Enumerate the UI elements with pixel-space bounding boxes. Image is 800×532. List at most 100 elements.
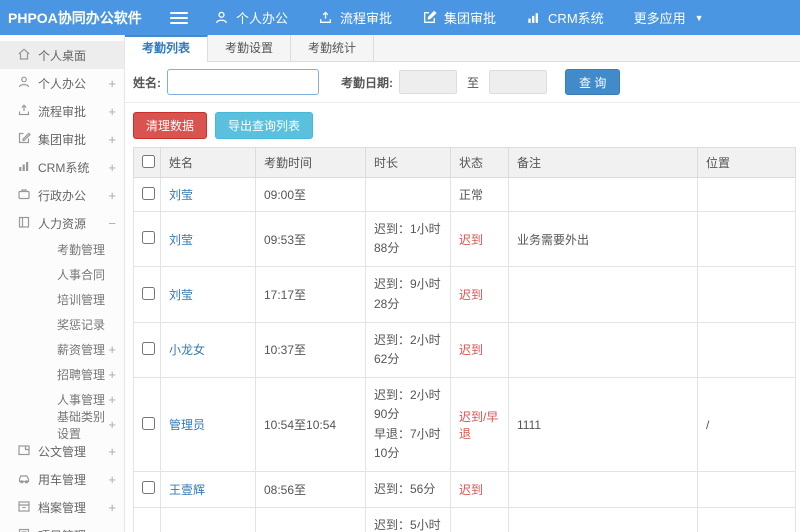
action-bar: 清理数据 导出查询列表 bbox=[125, 103, 800, 147]
table-row: 黄蓉 13:20至13:20 迟到：5小时33分 早退：4小时67分 迟到/早退… bbox=[133, 507, 796, 532]
name-input[interactable] bbox=[167, 69, 319, 95]
col-note: 备注 bbox=[508, 147, 698, 178]
sidebar-item-crm[interactable]: CRM系统 + bbox=[0, 153, 124, 181]
status-badge: 迟到/早退 bbox=[450, 377, 509, 472]
user-icon bbox=[17, 75, 38, 92]
col-duration: 时长 bbox=[365, 147, 451, 178]
chart-icon bbox=[17, 159, 38, 176]
search-button[interactable]: 查 询 bbox=[565, 69, 621, 95]
nav-group-approval[interactable]: 集团审批 bbox=[422, 8, 496, 27]
chart-icon bbox=[526, 10, 541, 25]
top-nav: 个人办公 流程审批 集团审批 CRM系统 更多应用 ▼ bbox=[214, 8, 704, 27]
caret-down-icon: ▼ bbox=[694, 12, 704, 23]
document-icon bbox=[17, 443, 38, 460]
status-badge: 迟到 bbox=[450, 210, 509, 268]
sidebar-item-admin-office[interactable]: 行政办公 + bbox=[0, 181, 124, 209]
sidebar-item-hr[interactable]: 人力资源 − bbox=[0, 209, 124, 237]
sidebar-item-vehicle-mgmt[interactable]: 用车管理 + bbox=[0, 465, 124, 493]
tab-strip: 考勤列表 考勤设置 考勤统计 bbox=[125, 35, 800, 62]
attendance-table: 姓名 考勤时间 时长 状态 备注 位置 刘莹 09:00至 正常 刘莹 09:5… bbox=[133, 147, 796, 532]
sidebar-subitem-salary-mgmt[interactable]: 薪资管理 + bbox=[0, 337, 124, 362]
to-separator: 至 bbox=[467, 75, 480, 90]
table-row: 刘莹 17:17至 迟到：9小时28分 迟到 bbox=[133, 266, 796, 323]
sidebar-item-group-approval[interactable]: 集团审批 + bbox=[0, 125, 124, 153]
table-row: 刘莹 09:53至 迟到：1小时88分 迟到 业务需要外出 bbox=[133, 210, 796, 268]
row-checkbox[interactable] bbox=[142, 481, 155, 495]
project-icon bbox=[17, 527, 38, 532]
workflow-icon bbox=[17, 103, 38, 120]
row-checkbox[interactable] bbox=[142, 416, 155, 430]
tab-attendance-settings[interactable]: 考勤设置 bbox=[208, 35, 292, 61]
filter-bar: 姓名: 考勤日期: 至 查 询 bbox=[125, 62, 800, 103]
row-checkbox[interactable] bbox=[142, 341, 155, 355]
sidebar-item-personal-desktop[interactable]: 个人桌面 bbox=[0, 41, 124, 69]
briefcase-icon bbox=[17, 187, 38, 204]
table-row: 管理员 10:54至10:54 迟到：2小时90分 早退：7小时10分 迟到/早… bbox=[133, 377, 796, 472]
date-label: 考勤日期: bbox=[341, 75, 393, 90]
col-location: 位置 bbox=[697, 147, 796, 178]
employee-name-link[interactable]: 小龙女 bbox=[169, 343, 205, 357]
sidebar-subitem-recruitment-mgmt[interactable]: 招聘管理 + bbox=[0, 362, 124, 387]
employee-name-link[interactable]: 管理员 bbox=[169, 418, 205, 432]
employee-name-link[interactable]: 刘莹 bbox=[169, 288, 193, 302]
table-header-row: 姓名 考勤时间 时长 状态 备注 位置 bbox=[133, 147, 796, 178]
table-row: 王壹辉 08:56至 迟到：56分 迟到 bbox=[133, 470, 796, 509]
status-badge: 正常 bbox=[450, 177, 509, 212]
sidebar-subitem-training-mgmt[interactable]: 培训管理 bbox=[0, 287, 124, 312]
tab-attendance-stats[interactable]: 考勤统计 bbox=[291, 35, 375, 61]
sidebar-subitem-base-category-settings[interactable]: 基础类别设置 + bbox=[0, 410, 124, 441]
sidebar-item-personal-office[interactable]: 个人办公 + bbox=[0, 69, 124, 97]
car-icon bbox=[17, 471, 38, 488]
nav-label: 更多应用 bbox=[633, 11, 686, 26]
nav-label: 个人办公 bbox=[236, 11, 289, 26]
row-checkbox[interactable] bbox=[142, 186, 155, 200]
sidebar-subitem-personnel-contract[interactable]: 人事合同 bbox=[0, 262, 124, 287]
date-from-input[interactable] bbox=[399, 70, 457, 94]
sidebar-item-workflow-approval[interactable]: 流程审批 + bbox=[0, 97, 124, 125]
employee-name-link[interactable]: 刘莹 bbox=[169, 233, 193, 247]
employee-name-link[interactable]: 刘莹 bbox=[169, 188, 193, 202]
sidebar: 个人桌面 个人办公 + 流程审批 + 集团审批 + CRM系统 + 行政办公 +… bbox=[0, 35, 125, 532]
status-badge: 迟到 bbox=[450, 266, 509, 323]
app-logo[interactable]: PHPOA协同办公软件 bbox=[0, 8, 160, 28]
select-all-checkbox[interactable] bbox=[142, 154, 155, 168]
date-to-input[interactable] bbox=[489, 70, 548, 94]
col-name: 姓名 bbox=[160, 147, 256, 178]
export-list-button[interactable]: 导出查询列表 bbox=[215, 112, 314, 139]
app-window: PHPOA协同办公软件 个人办公 流程审批 集团审批 CRM系统 更多应用 ▼ bbox=[0, 0, 800, 532]
nav-personal-office[interactable]: 个人办公 bbox=[214, 8, 288, 27]
sidebar-subitem-attendance-mgmt[interactable]: 考勤管理 bbox=[0, 237, 124, 262]
row-checkbox[interactable] bbox=[142, 231, 155, 245]
archive-icon bbox=[17, 499, 38, 516]
sidebar-subitem-reward-punishment[interactable]: 奖惩记录 bbox=[0, 312, 124, 337]
top-header: PHPOA协同办公软件 个人办公 流程审批 集团审批 CRM系统 更多应用 ▼ bbox=[0, 0, 800, 35]
status-badge: 迟到 bbox=[450, 470, 509, 509]
nav-more-apps[interactable]: 更多应用 ▼ bbox=[634, 8, 704, 27]
nav-workflow-approval[interactable]: 流程审批 bbox=[318, 8, 392, 27]
col-time: 考勤时间 bbox=[255, 147, 366, 178]
row-checkbox[interactable] bbox=[142, 286, 155, 300]
sidebar-item-archive-mgmt[interactable]: 档案管理 + bbox=[0, 493, 124, 521]
name-label: 姓名: bbox=[133, 75, 161, 90]
home-icon bbox=[17, 47, 38, 64]
col-status: 状态 bbox=[450, 147, 509, 178]
sidebar-item-project-mgmt[interactable]: 项目管理 + bbox=[0, 521, 124, 532]
nav-label: 集团审批 bbox=[444, 11, 497, 26]
employee-name-link[interactable]: 王壹辉 bbox=[169, 483, 205, 497]
status-badge: 迟到 bbox=[450, 321, 509, 379]
nav-label: CRM系统 bbox=[548, 11, 604, 26]
main-content: 考勤列表 考勤设置 考勤统计 姓名: 考勤日期: 至 查 询 清理数据 导出查询… bbox=[125, 35, 800, 532]
user-icon bbox=[214, 10, 229, 25]
edit-icon bbox=[422, 10, 437, 25]
tab-attendance-list[interactable]: 考勤列表 bbox=[125, 35, 209, 62]
menu-toggle-icon[interactable] bbox=[170, 9, 188, 27]
edit-icon bbox=[17, 131, 38, 148]
book-icon bbox=[17, 215, 38, 232]
table-row: 刘莹 09:00至 正常 bbox=[133, 177, 796, 212]
nav-label: 流程审批 bbox=[340, 11, 393, 26]
status-badge: 迟到/早退 bbox=[450, 507, 509, 532]
table-row: 小龙女 10:37至 迟到：2小时62分 迟到 bbox=[133, 321, 796, 379]
nav-crm[interactable]: CRM系统 bbox=[526, 8, 604, 27]
workflow-icon bbox=[318, 10, 333, 25]
clean-data-button[interactable]: 清理数据 bbox=[133, 112, 208, 139]
